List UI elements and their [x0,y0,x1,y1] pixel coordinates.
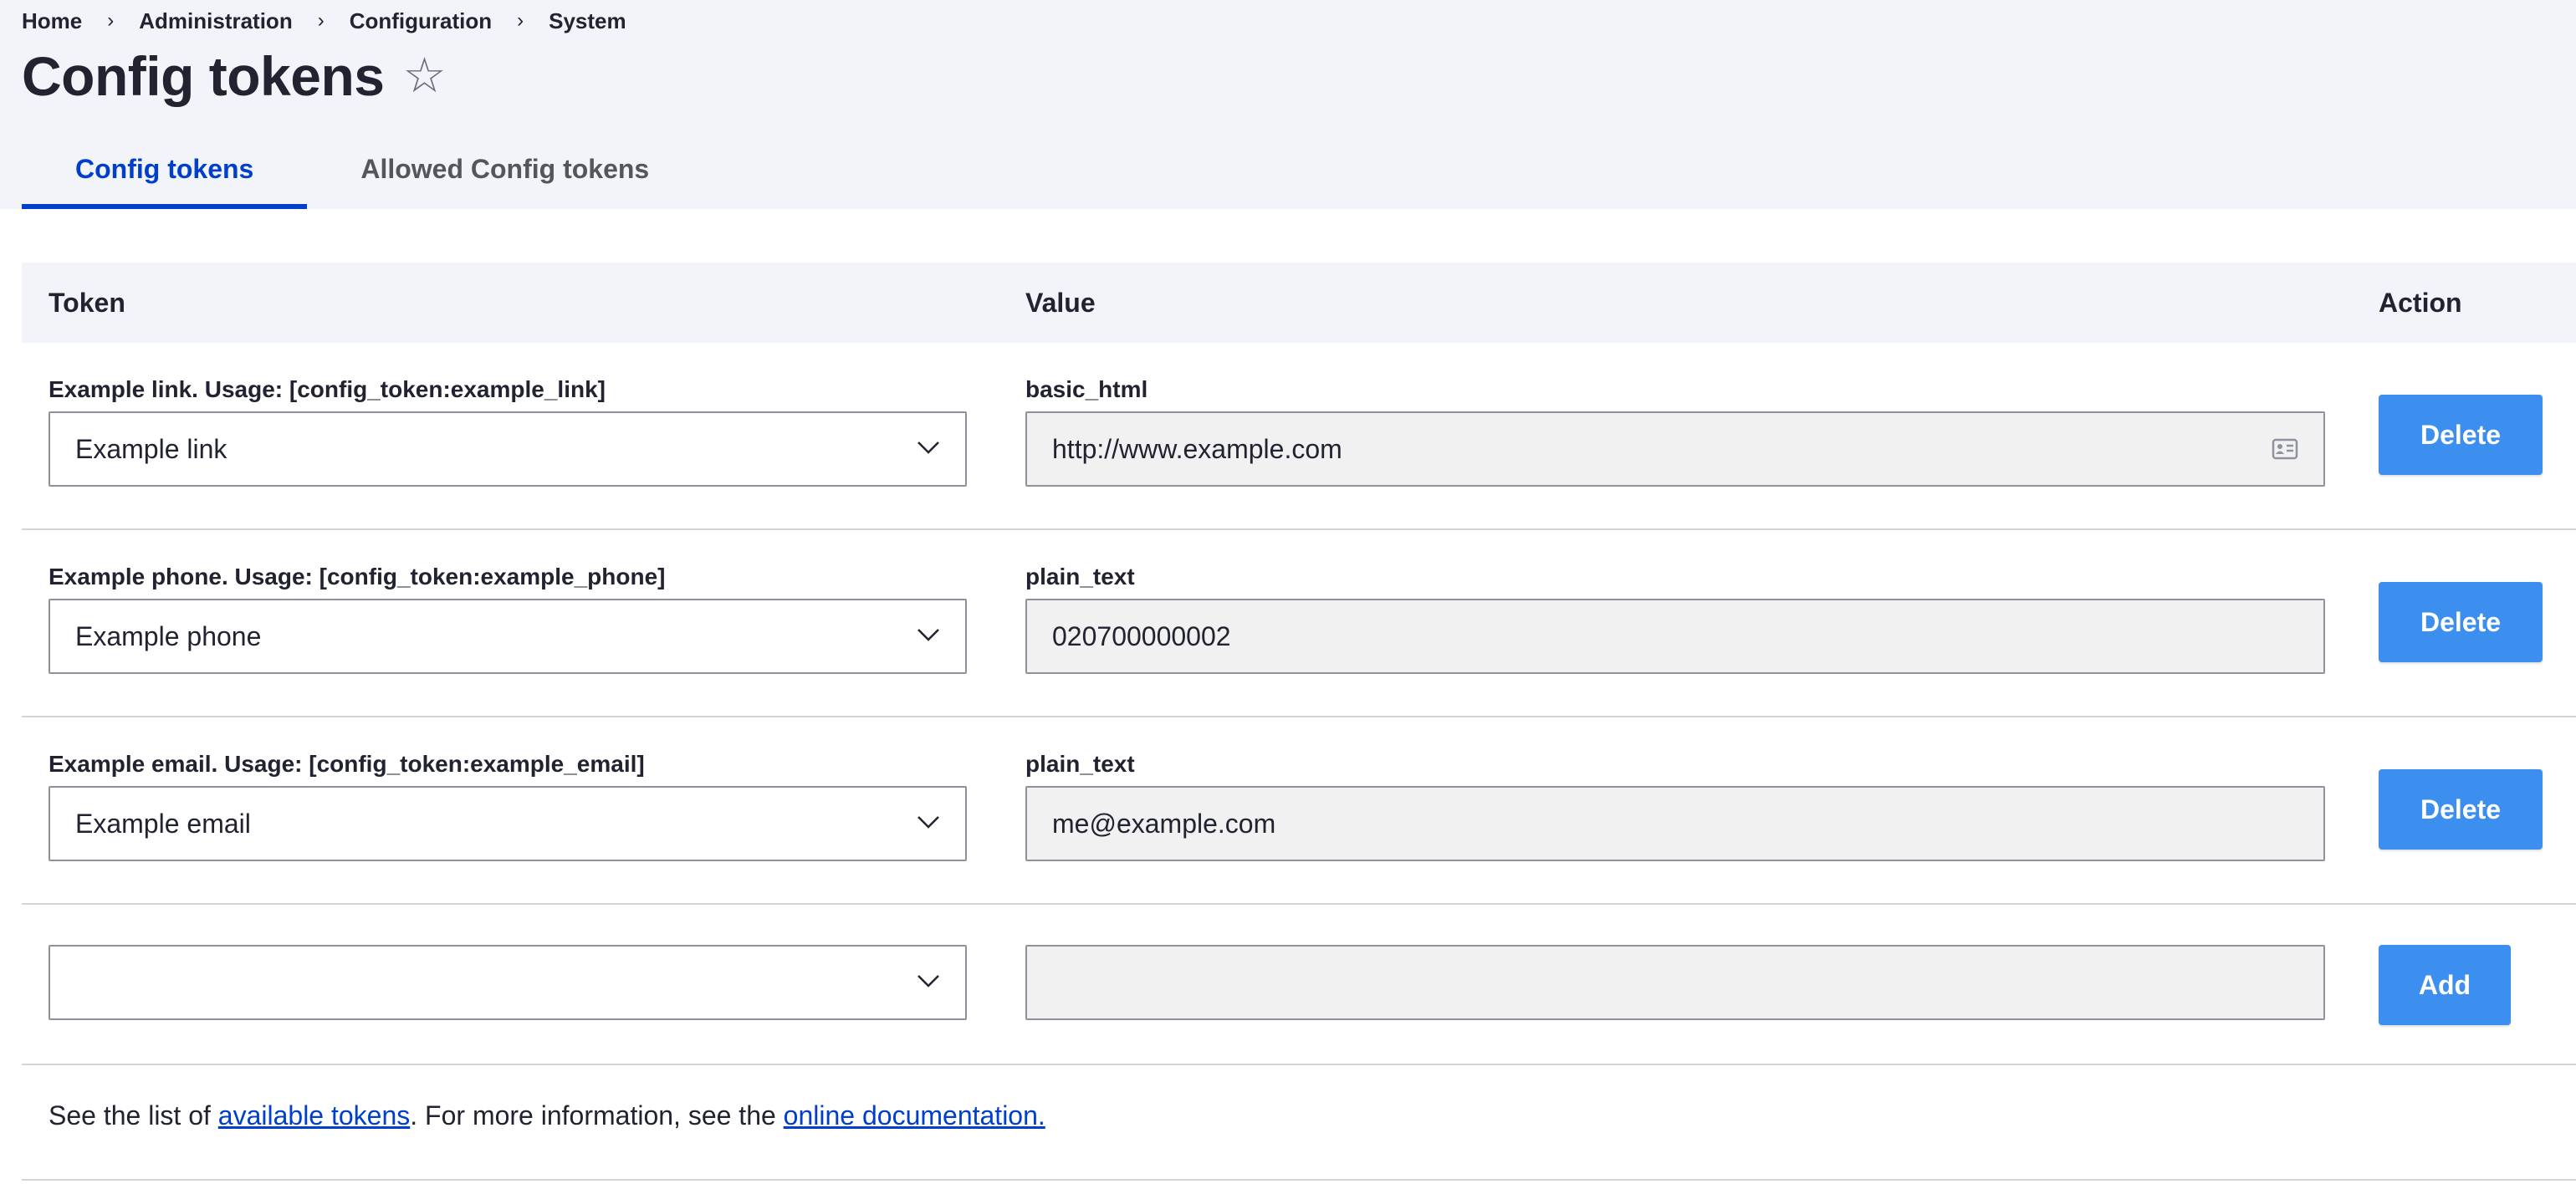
column-header-value: Value [1025,287,1096,318]
table-row: Example phone. Usage: [config_token:exam… [22,530,2576,717]
online-documentation-link[interactable]: online documentation. [784,1100,1045,1130]
value-format-label: basic_html [1025,376,1148,402]
add-token-row: Add [22,905,2576,1065]
breadcrumb-system[interactable]: System [549,8,626,34]
help-text-prefix: See the list of [49,1100,218,1130]
tab-config-tokens[interactable]: Config tokens [22,134,308,209]
value-input[interactable]: http://www.example.com [1025,411,2325,487]
breadcrumb-home[interactable]: Home [22,8,82,34]
star-outline-icon[interactable]: ☆ [403,52,447,100]
tab-allowed-config-tokens[interactable]: Allowed Config tokens [307,134,703,209]
chevron-right-icon: › [517,9,524,32]
available-tokens-link[interactable]: available tokens [218,1100,410,1130]
value-input[interactable]: 020700000002 [1025,599,2325,674]
help-text: See the list of available tokens. For mo… [49,1100,1045,1131]
help-text-middle: . For more information, see the [410,1100,784,1130]
delete-button[interactable]: Delete [2379,582,2543,662]
value-format-label: plain_text [1025,564,1135,589]
page-title: Config tokens [22,45,385,107]
delete-button[interactable]: Delete [2379,769,2543,850]
breadcrumb: Home › Administration › Configuration › … [22,7,626,35]
chevron-down-icon [917,816,939,829]
chevron-down-icon [917,629,939,641]
token-label: Example phone. Usage: [config_token:exam… [49,564,666,589]
add-button[interactable]: Add [2379,945,2511,1025]
id-card-icon[interactable] [2272,436,2298,462]
token-select[interactable]: Example link [49,411,967,487]
token-select-value: Example email [75,808,251,839]
value-input[interactable]: me@example.com [1025,786,2325,861]
page-title-row: Config tokens ☆ [22,40,447,112]
chevron-down-icon [917,975,939,988]
breadcrumb-configuration[interactable]: Configuration [350,8,492,34]
column-header-action: Action [2379,287,2462,318]
value-input-text: me@example.com [1052,808,1276,839]
token-select-value: Example phone [75,620,262,651]
token-select[interactable]: Example email [49,786,967,861]
token-label: Example email. Usage: [config_token:exam… [49,751,645,777]
delete-button[interactable]: Delete [2379,395,2543,475]
breadcrumb-administration[interactable]: Administration [139,8,292,34]
table-row: Example link. Usage: [config_token:examp… [22,343,2576,530]
table-header: Token Value Action [22,263,2576,343]
config-tokens-table: Token Value Action Example link. Usage: … [22,263,2576,1065]
chevron-right-icon: › [107,9,115,32]
token-select-value: Example link [75,433,227,464]
new-token-select[interactable] [49,945,967,1020]
tabs: Config tokens Allowed Config tokens [22,134,703,209]
new-value-input[interactable] [1025,945,2325,1020]
divider [22,1179,2576,1181]
token-select[interactable]: Example phone [49,599,967,674]
value-input-text: 020700000002 [1052,620,1231,651]
table-row: Example email. Usage: [config_token:exam… [22,717,2576,905]
chevron-right-icon: › [317,9,325,32]
value-input-text: http://www.example.com [1052,433,1342,464]
chevron-down-icon [917,441,939,454]
value-format-label: plain_text [1025,751,1135,777]
token-label: Example link. Usage: [config_token:examp… [49,376,606,402]
page-header: Home › Administration › Configuration › … [0,0,2576,209]
column-header-token: Token [49,287,125,318]
